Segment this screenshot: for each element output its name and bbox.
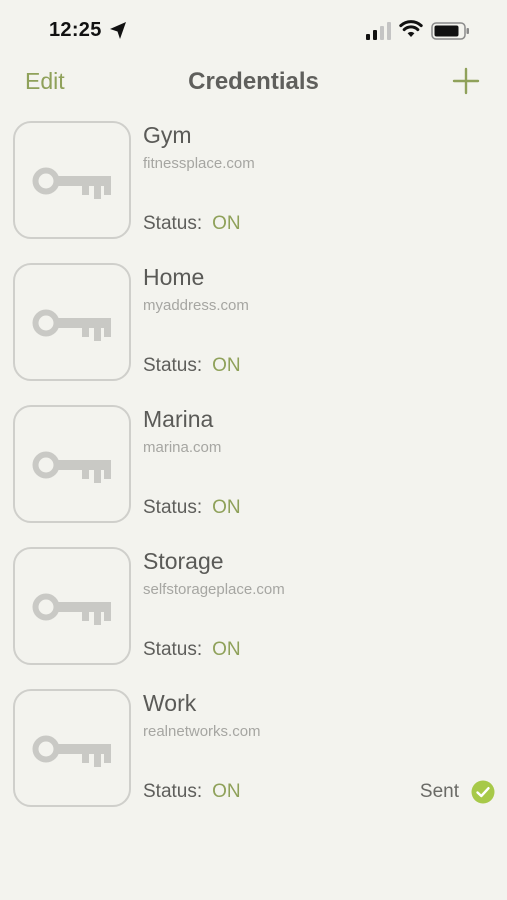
credential-thumbnail	[13, 263, 131, 381]
status-value: ON	[212, 355, 241, 376]
credential-name: Marina	[143, 406, 214, 432]
plus-icon	[452, 67, 480, 95]
status-label: Status:	[143, 497, 203, 518]
status-label: Status:	[143, 213, 203, 234]
credential-name: Work	[143, 690, 197, 716]
credential-name: Gym	[143, 122, 192, 148]
credential-url: myaddress.com	[143, 297, 249, 314]
credential-status: Status: ON	[143, 497, 241, 519]
checkmark-circle-icon	[471, 780, 495, 804]
sent-indicator: Sent	[420, 779, 495, 805]
key-icon	[32, 167, 111, 199]
key-icon	[32, 593, 111, 625]
credential-status: Status: ON	[143, 355, 241, 377]
credential-row-storage[interactable]: Storage selfstorageplace.com Status: ON	[0, 545, 507, 687]
credential-status: Status: ON	[143, 781, 241, 803]
credential-url: realnetworks.com	[143, 723, 261, 740]
credential-status: Status: ON	[143, 213, 241, 235]
status-value: ON	[212, 497, 241, 518]
cellular-signal-icon	[366, 22, 391, 40]
page-title: Credentials	[188, 68, 319, 95]
status-label: Status:	[143, 639, 203, 660]
navigation-bar: Edit Credentials	[0, 60, 507, 104]
location-arrow-icon	[110, 22, 126, 39]
credential-status: Status: ON	[143, 639, 241, 661]
credential-thumbnail	[13, 121, 131, 239]
wifi-icon	[399, 20, 423, 37]
credential-thumbnail	[13, 689, 131, 807]
credential-row-gym[interactable]: Gym fitnessplace.com Status: ON	[0, 119, 507, 261]
status-label: Status:	[143, 355, 203, 376]
battery-icon	[431, 22, 469, 40]
status-bar: 12:25	[0, 0, 507, 60]
key-icon	[32, 309, 111, 341]
key-icon	[32, 451, 111, 483]
credentials-list: Gym fitnessplace.com Status: ON Home myad…	[0, 119, 507, 829]
status-value: ON	[212, 213, 241, 234]
status-label: Status:	[143, 781, 203, 802]
credential-name: Storage	[143, 548, 224, 574]
credential-thumbnail	[13, 547, 131, 665]
credential-row-marina[interactable]: Marina marina.com Status: ON	[0, 403, 507, 545]
credential-url: fitnessplace.com	[143, 155, 255, 172]
credential-thumbnail	[13, 405, 131, 523]
add-credential-button[interactable]	[452, 67, 480, 95]
key-icon	[32, 735, 111, 767]
credential-row-work[interactable]: Work realnetworks.com Status: ON Sent	[0, 687, 507, 829]
credential-name: Home	[143, 264, 205, 290]
status-value: ON	[212, 781, 241, 802]
credential-url: selfstorageplace.com	[143, 581, 285, 598]
sent-label: Sent	[419, 781, 459, 802]
clock-time: 12:25	[49, 19, 102, 41]
credential-url: marina.com	[143, 439, 222, 456]
status-value: ON	[212, 639, 241, 660]
credential-row-home[interactable]: Home myaddress.com Status: ON	[0, 261, 507, 403]
